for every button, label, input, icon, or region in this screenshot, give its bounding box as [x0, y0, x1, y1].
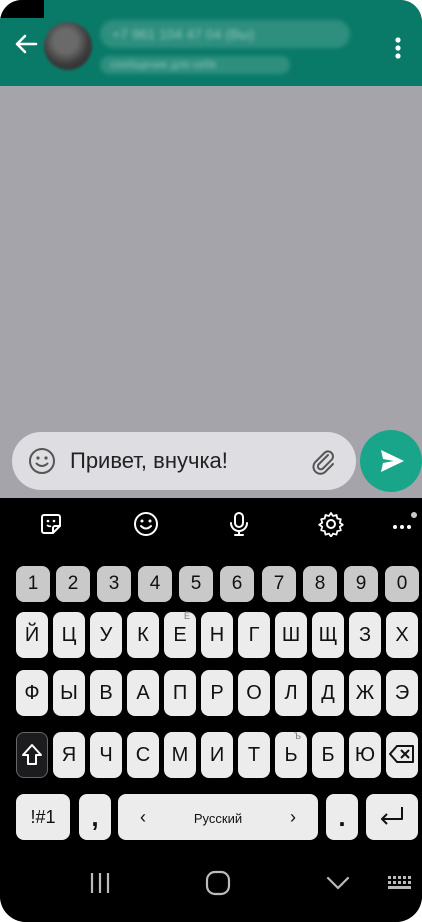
key-label: Ь: [284, 744, 298, 766]
key-letter[interactable]: Э: [386, 670, 418, 716]
send-icon: [381, 450, 404, 472]
key-letter[interactable]: Л: [275, 670, 307, 716]
key-letter[interactable]: В: [90, 670, 122, 716]
keyboard-switch-icon[interactable]: [384, 868, 418, 898]
recent-apps-icon[interactable]: [80, 868, 120, 898]
key-letter[interactable]: А: [127, 670, 159, 716]
message-input[interactable]: Привет, внучка!: [70, 447, 228, 475]
enter-key[interactable]: [366, 794, 418, 840]
key-letter[interactable]: Ц: [53, 612, 85, 658]
more-options-icon[interactable]: [388, 34, 408, 62]
key-6[interactable]: 6: [220, 566, 254, 602]
key-8[interactable]: 8: [303, 566, 337, 602]
message-composer[interactable]: Привет, внучка!: [12, 432, 356, 490]
key-letter[interactable]: Г: [238, 612, 270, 658]
hide-keyboard-icon[interactable]: [318, 868, 358, 898]
key-letter[interactable]: З: [349, 612, 381, 658]
contact-status: сообщение для себя: [100, 56, 290, 74]
chat-header: +7 961 104 47 04 (Вы) сообщение для себя: [0, 0, 422, 86]
key-letter[interactable]: Я: [53, 732, 85, 778]
key-letter[interactable]: Й: [16, 612, 48, 658]
phone-screen: +7 961 104 47 04 (Вы) сообщение для себя…: [0, 0, 422, 922]
key-4[interactable]: 4: [138, 566, 172, 602]
sticker-icon[interactable]: [38, 511, 64, 537]
key-letter[interactable]: Ы: [53, 670, 85, 716]
space-left-arrow: ‹: [140, 807, 146, 827]
key-letter[interactable]: Р: [201, 670, 233, 716]
key-hint: Ъ: [293, 731, 301, 741]
contact-name[interactable]: +7 961 104 47 04 (Вы): [100, 20, 350, 48]
keyboard-toolbar: [0, 498, 422, 550]
keyboard: 1 2 3 4 5 6 7 8 9 0 Й Ц У К ЕЁ Н Г Ш Щ З…: [0, 498, 422, 848]
key-letter[interactable]: И: [201, 732, 233, 778]
key-hint: Ё: [183, 611, 190, 621]
emoji-icon[interactable]: [28, 447, 56, 475]
key-letter-e[interactable]: ЕЁ: [164, 611, 196, 658]
enter-icon: [381, 807, 403, 825]
key-letter[interactable]: Ю: [349, 732, 381, 778]
key-letter[interactable]: У: [90, 612, 122, 658]
settings-gear-icon[interactable]: [318, 511, 344, 538]
key-letter[interactable]: Х: [386, 612, 418, 658]
backspace-key[interactable]: [386, 732, 418, 778]
shift-key[interactable]: [16, 732, 48, 778]
key-letter[interactable]: Ф: [16, 670, 48, 716]
screen-corner: [0, 0, 44, 18]
more-toolbar-icon[interactable]: [390, 511, 420, 537]
back-arrow-icon[interactable]: [12, 30, 40, 58]
key-3[interactable]: 3: [97, 566, 131, 602]
key-1[interactable]: 1: [16, 566, 50, 602]
space-right-arrow: ›: [290, 807, 296, 827]
key-2[interactable]: 2: [56, 566, 90, 602]
key-letter[interactable]: К: [127, 612, 159, 658]
contact-avatar[interactable]: [44, 22, 92, 70]
spacebar-key[interactable]: ‹ Русский ›: [118, 794, 318, 840]
symbols-key[interactable]: !#1: [16, 794, 70, 840]
shift-icon: [22, 744, 42, 765]
key-letter[interactable]: Ж: [349, 670, 381, 716]
key-letter[interactable]: С: [127, 732, 159, 778]
key-letter[interactable]: Т: [238, 732, 270, 778]
comma-key[interactable]: ,: [79, 794, 111, 840]
key-letter[interactable]: Щ: [312, 612, 344, 658]
key-letter[interactable]: Д: [312, 670, 344, 716]
key-5[interactable]: 5: [179, 566, 213, 602]
microphone-icon[interactable]: [226, 511, 252, 537]
key-9[interactable]: 9: [344, 566, 378, 602]
key-letter[interactable]: Ш: [275, 612, 307, 658]
key-0[interactable]: 0: [385, 566, 419, 602]
period-key[interactable]: .: [326, 794, 358, 840]
key-letter[interactable]: Ч: [90, 732, 122, 778]
backspace-icon: [389, 745, 414, 763]
key-letter[interactable]: М: [164, 732, 196, 778]
key-7[interactable]: 7: [262, 566, 296, 602]
attach-icon[interactable]: [308, 446, 338, 476]
key-label: Е: [173, 624, 187, 646]
key-letter[interactable]: Б: [312, 732, 344, 778]
space-language-label: Русский: [193, 811, 243, 826]
home-icon[interactable]: [198, 868, 238, 898]
send-button[interactable]: [360, 430, 422, 492]
key-letter[interactable]: П: [164, 670, 196, 716]
navigation-bar: [0, 848, 422, 922]
key-letter-soft-sign[interactable]: ЬЪ: [275, 731, 307, 778]
emoji-keyboard-icon[interactable]: [133, 511, 159, 537]
key-letter[interactable]: О: [238, 670, 270, 716]
key-letter[interactable]: Н: [201, 612, 233, 658]
